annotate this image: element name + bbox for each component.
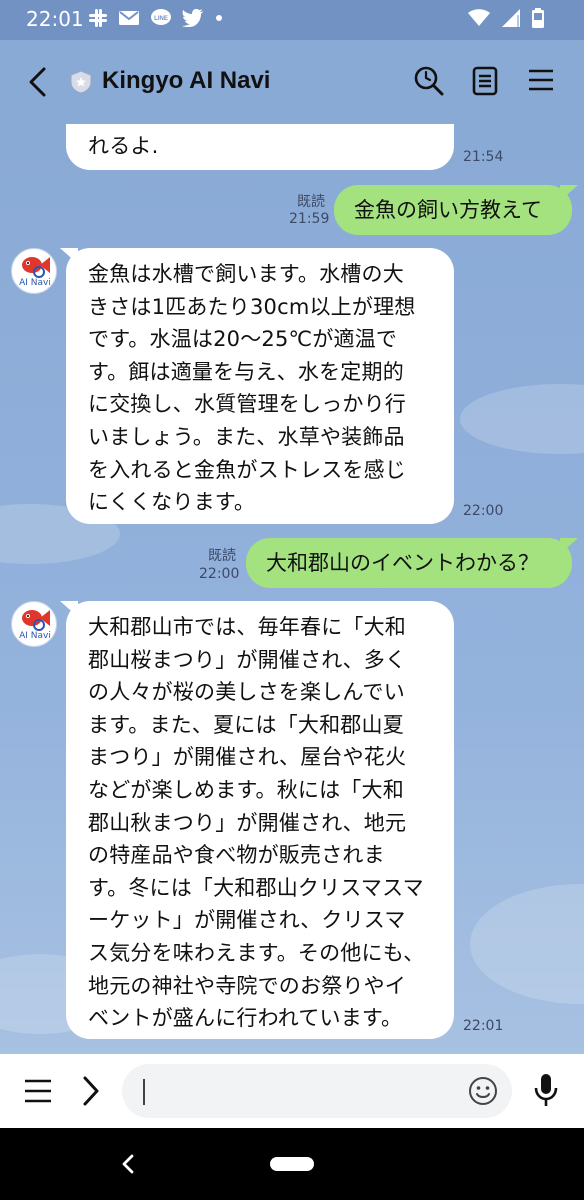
message-time: 22:00 <box>199 566 240 582</box>
message-bubble-outgoing: 大和郡山のイベントわかる？ <box>246 538 572 588</box>
message-line: す。餌は適量を与え、水を定期的 <box>88 359 404 384</box>
read-receipt: 既読 <box>208 548 236 564</box>
twitter-icon <box>182 9 203 27</box>
menu-icon[interactable] <box>528 68 554 92</box>
message-line: に交換し、水質管理をしっかり行 <box>88 392 406 417</box>
message-line: す。冬には「大和郡山クリスマスマ <box>88 875 424 900</box>
message-bubble-incoming: 大和郡山市では、毎年春に「大和 郡山桜まつり」が開催され、多く の人々が桜の美し… <box>66 601 454 1039</box>
chat-title: Kingyo AI Navi <box>102 67 271 94</box>
message-line: などが楽しめます。秋には「大和 <box>88 777 404 802</box>
message-line: の特産品や食べ物が販売されま <box>88 843 385 868</box>
mail-icon <box>119 11 139 25</box>
chat-header: Kingyo AI Navi <box>0 40 584 124</box>
system-nav-bar <box>0 1128 584 1200</box>
text-cursor <box>143 1079 145 1105</box>
message-bubble-incoming: 金魚は水槽で飼います。水槽の大 きさは1匹あたり30cm以上が理想 です。水温は… <box>66 248 454 524</box>
back-icon[interactable] <box>26 67 48 97</box>
notes-icon[interactable] <box>472 66 498 96</box>
message-time: 21:59 <box>289 211 330 227</box>
bot-avatar[interactable]: AI Navi <box>11 601 57 647</box>
message-line: 大和郡山市では、毎年春に「大和 <box>88 615 406 639</box>
status-bar: 22:01 LINE <box>0 0 584 40</box>
svg-text:LINE: LINE <box>154 16 168 22</box>
avatar-label: AI Navi <box>19 631 51 641</box>
message-line: れるよ. <box>88 134 159 158</box>
message-input-bar <box>0 1054 584 1128</box>
message-line: ベントが盛んに行われています。 <box>88 1006 403 1031</box>
message-line: ます。また、夏には「大和郡山夏 <box>88 712 404 737</box>
search-icon[interactable] <box>414 66 444 96</box>
message-line: です。水温は20〜25℃が適温で <box>88 327 398 352</box>
message-line: まつり」が開催され、屋台や花火 <box>88 745 407 770</box>
goldfish-logo-icon <box>22 257 50 278</box>
message-bubble-incoming: れるよ. <box>66 124 454 170</box>
microphone-icon[interactable] <box>533 1072 559 1108</box>
message-bubble-outgoing: 金魚の飼い方教えて <box>334 185 572 235</box>
message-input[interactable] <box>122 1064 512 1118</box>
shield-icon <box>70 70 92 94</box>
message-line: 郡山桜まつり」が開催され、多く <box>88 647 407 672</box>
avatar-label: AI Navi <box>19 278 51 288</box>
message-line: ーケット」が開催され、クリスマ <box>88 908 406 933</box>
message-line: 金魚は水槽で飼います。水槽の大 <box>88 262 404 286</box>
message-line: きさは1匹あたり30cm以上が理想 <box>88 294 416 319</box>
chevron-right-icon[interactable] <box>82 1076 100 1106</box>
message-line: ス気分を味わえます。その他にも、 <box>88 940 425 965</box>
battery-icon <box>532 8 544 28</box>
goldfish-logo-icon <box>22 610 50 631</box>
message-line: の人々が桜の美しさを楽しんでい <box>88 680 405 705</box>
menu-icon[interactable] <box>24 1078 52 1104</box>
signal-icon <box>502 9 520 27</box>
nav-home-pill[interactable] <box>270 1157 314 1171</box>
dot-icon <box>216 15 222 21</box>
read-receipt: 既読 <box>297 194 325 210</box>
line-icon: LINE <box>151 9 171 25</box>
message-line: 郡山秋まつり」が開催され、地元 <box>88 810 407 835</box>
message-time: 22:00 <box>463 503 504 519</box>
message-time: 21:54 <box>463 149 504 165</box>
message-time: 22:01 <box>463 1018 504 1034</box>
nav-back-icon[interactable] <box>120 1154 136 1174</box>
chat-area[interactable]: れるよ. 21:54 既読 21:59 金魚の飼い方教えて AI Navi 金魚… <box>0 124 584 1054</box>
message-line: を入れると金魚がストレスを感じ <box>88 457 406 482</box>
bot-avatar[interactable]: AI Navi <box>11 248 57 294</box>
wifi-icon <box>468 9 490 26</box>
emoji-icon[interactable] <box>468 1076 498 1106</box>
message-line: 地元の神社や寺院でのお祭りやイ <box>88 973 406 998</box>
message-line: にくくなります。 <box>88 490 256 515</box>
status-time: 22:01 <box>26 7 84 31</box>
slack-icon <box>89 9 107 27</box>
message-line: いましょう。また、水草や装飾品 <box>88 424 405 449</box>
